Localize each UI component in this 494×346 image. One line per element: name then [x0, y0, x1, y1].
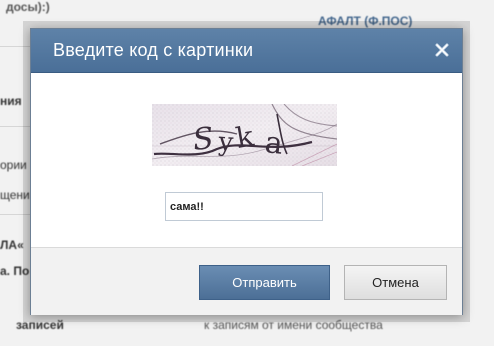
svg-text:S: S [191, 121, 215, 158]
page: досы):) АФАЛТ (Ф.ПОС) ния ории и щени ЛА… [0, 0, 494, 346]
background-text-left: а. По [0, 264, 30, 278]
captcha-image: S y k a [151, 103, 338, 167]
background-link-top-right[interactable]: АФАЛТ (Ф.ПОС) [318, 14, 412, 28]
dialog-title: Введите код с картинки [53, 40, 254, 60]
svg-text:a: a [263, 125, 285, 162]
close-icon[interactable] [433, 41, 451, 59]
background-text-bottom-right: к записям от имени сообщества [204, 318, 383, 332]
background-text-left: щени [0, 188, 30, 202]
captcha-input[interactable] [165, 192, 323, 221]
submit-button[interactable]: Отправить [199, 265, 330, 300]
captcha-dialog: Введите код с картинки S y k a сама!! От… [30, 28, 463, 315]
background-text-top-left: досы):) [6, 0, 50, 14]
cancel-button[interactable]: Отмена [344, 265, 447, 300]
background-text-bottom-left: записей [16, 318, 64, 332]
background-text-left: ЛА« [0, 238, 24, 252]
background-text-left: ния [0, 94, 22, 108]
dialog-footer: Отправить Отмена [31, 247, 462, 315]
svg-text:y: y [217, 127, 235, 158]
dialog-header: Введите код с картинки [31, 29, 462, 73]
